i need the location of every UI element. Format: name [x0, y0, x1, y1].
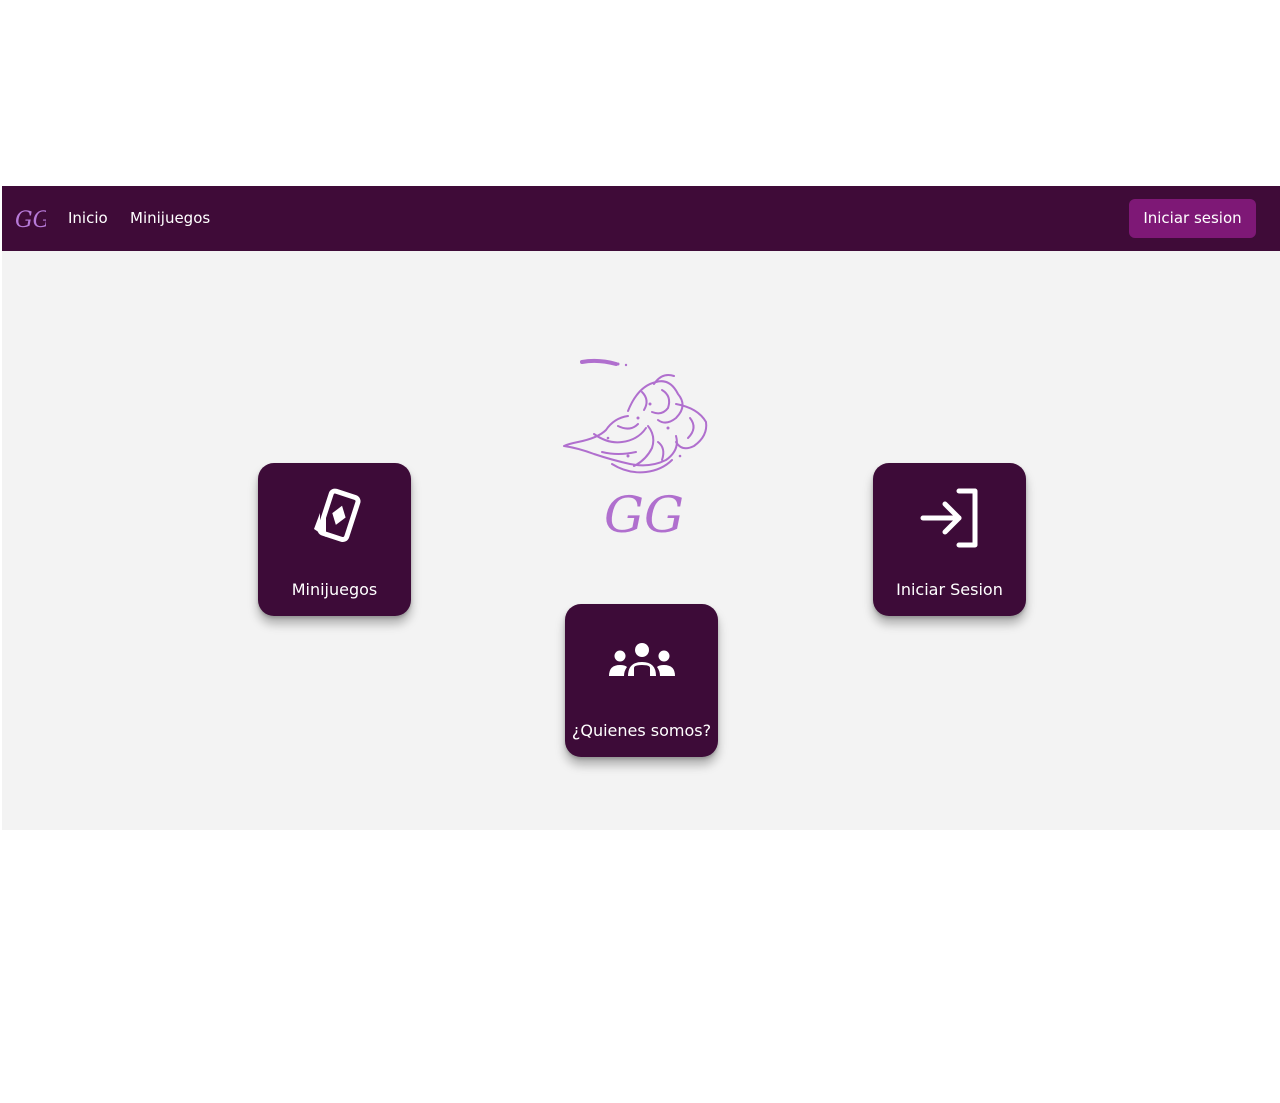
brand-logo[interactable]: GG [14, 202, 46, 234]
login-button[interactable]: Iniciar sesion [1129, 199, 1256, 238]
group-icon [608, 643, 675, 676]
nav-link-inicio[interactable]: Inicio [68, 208, 108, 228]
nav-link-minijuegos[interactable]: Minijuegos [130, 208, 210, 228]
svg-text:GG: GG [15, 208, 46, 233]
svg-text:GG: GG [604, 486, 684, 544]
minijuegos-card-label: Minijuegos [291, 580, 378, 599]
minijuegos-card[interactable]: Minijuegos [258, 463, 411, 616]
playing-card-icon [313, 488, 361, 543]
app-frame: GG Inicio Minijuegos Iniciar sesion [2, 186, 1280, 830]
gg-dragon-logo: GG [563, 358, 708, 544]
quienes-somos-card[interactable]: ¿Quienes somos? [565, 604, 718, 757]
quienes-somos-card-label: ¿Quienes somos? [571, 721, 712, 740]
iniciar-sesion-card[interactable]: Iniciar Sesion [873, 463, 1026, 616]
login-icon [920, 488, 977, 548]
navbar: GG Inicio Minijuegos Iniciar sesion [2, 186, 1280, 251]
iniciar-sesion-card-label: Iniciar Sesion [896, 580, 1003, 599]
